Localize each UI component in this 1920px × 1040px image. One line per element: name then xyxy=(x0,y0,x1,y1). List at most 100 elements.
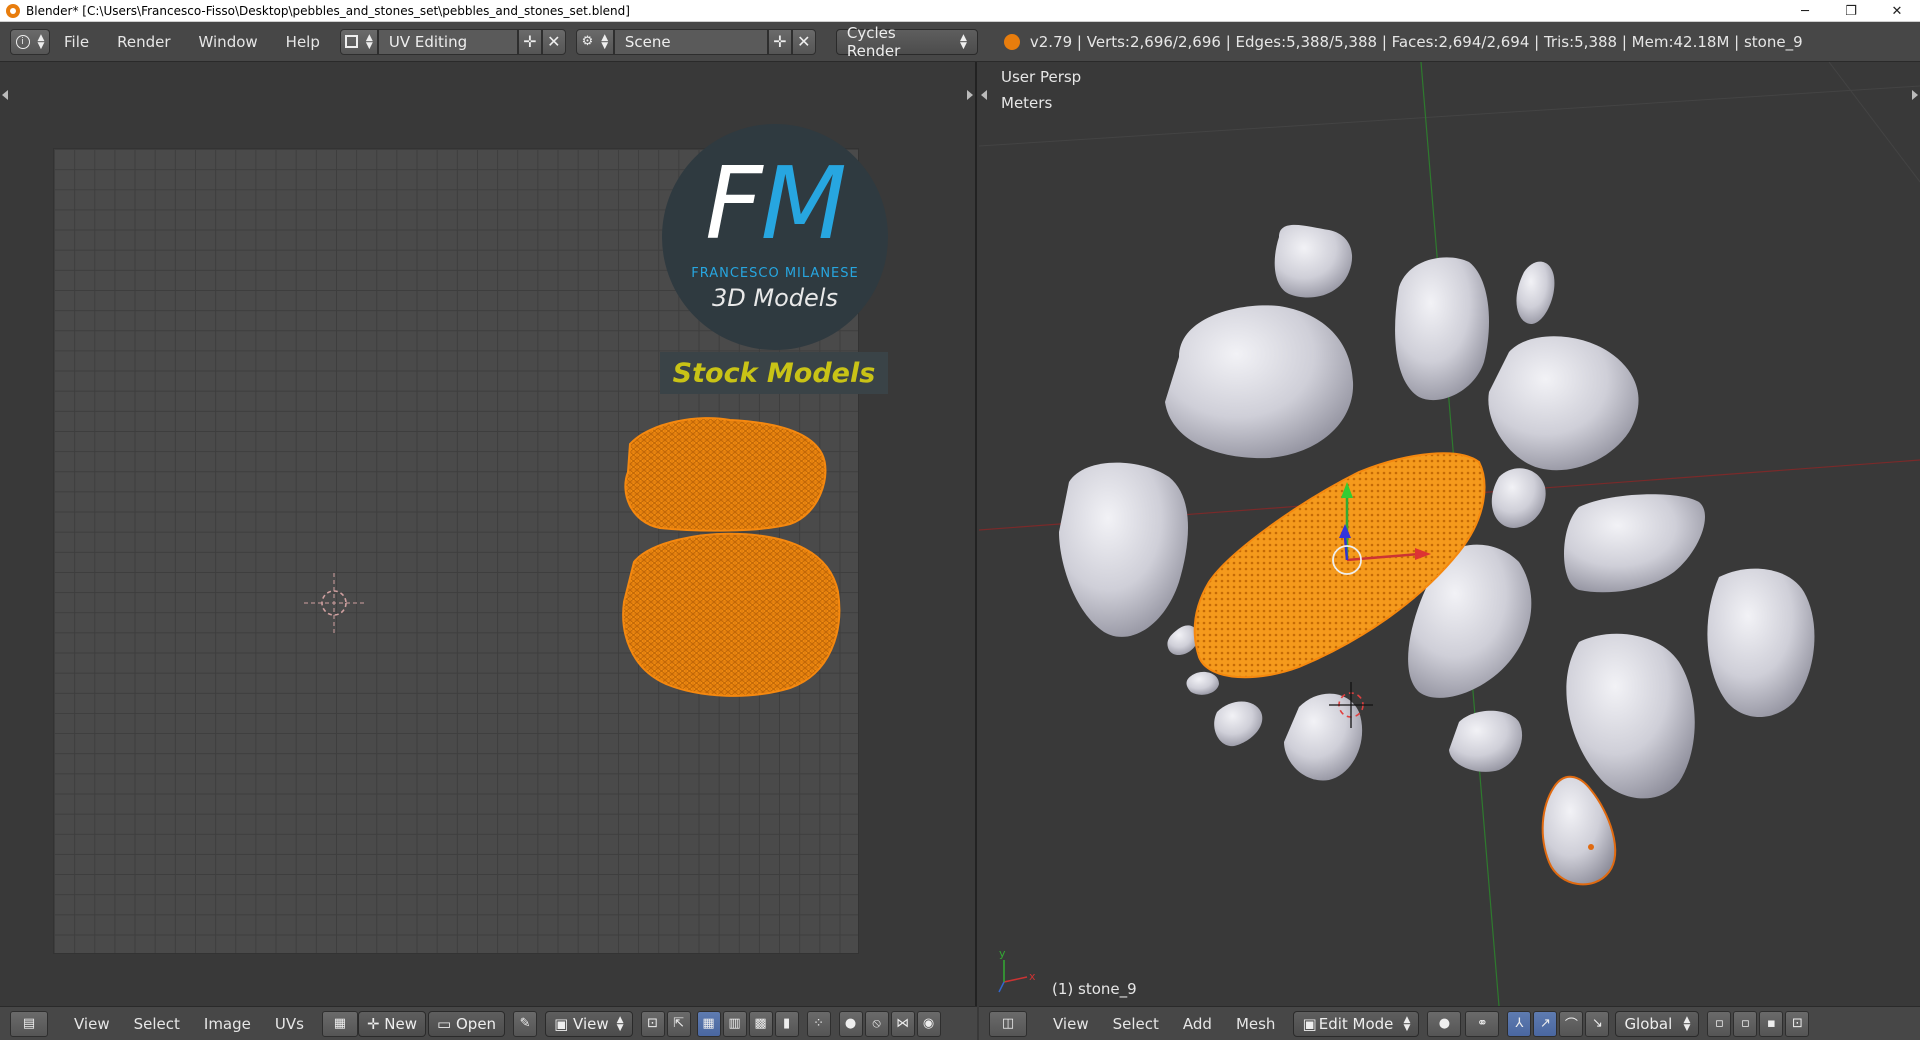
logo-monogram: FM xyxy=(662,154,888,254)
stone-object[interactable] xyxy=(1186,671,1220,695)
stone-object[interactable] xyxy=(1516,261,1555,324)
active-vertex xyxy=(1588,844,1594,850)
stone-object[interactable] xyxy=(1541,775,1617,886)
stone-object[interactable] xyxy=(1395,257,1489,401)
3d-menu-mesh[interactable]: Mesh xyxy=(1224,1015,1288,1033)
face-select-icon[interactable]: ▩ xyxy=(748,1010,773,1037)
pivot-icon[interactable]: ⊡ xyxy=(640,1010,665,1037)
minimize-button[interactable]: ─ xyxy=(1782,0,1828,22)
sticky-select-icon[interactable]: ⁘ xyxy=(806,1010,831,1037)
screen-layout-field[interactable]: UV Editing xyxy=(377,28,518,55)
scene-stats: v2.79 | Verts:2,696/2,696 | Edges:5,388/… xyxy=(1029,32,1803,51)
pin-icon[interactable]: ✎ xyxy=(513,1010,538,1037)
3d-viewport[interactable]: User Persp Meters y x (1) stone_9 xyxy=(979,62,1920,1006)
stone-object[interactable] xyxy=(1274,224,1353,298)
window-title: Blender* [C:\Users\Francesco-Fisso\Deskt… xyxy=(26,3,630,18)
delete-scene-button[interactable]: ✕ xyxy=(791,28,816,55)
transform-orientation-select[interactable]: Global ▲ ▼ xyxy=(1615,1010,1700,1037)
x-icon: ✕ xyxy=(797,32,811,51)
add-scene-button[interactable]: ✛ xyxy=(767,28,792,55)
3d-view-footer: ◫ View Select Add Mesh ▣ Edit Mode ▲ ▼ ● ⚭ … xyxy=(979,1006,1920,1040)
image-browse-button[interactable]: ▦ xyxy=(321,1010,358,1037)
uv-menu-image[interactable]: Image xyxy=(192,1015,263,1033)
layer-icon[interactable]: ▫ xyxy=(1707,1010,1732,1037)
translate-manipulator-icon[interactable]: ↗ xyxy=(1533,1010,1558,1037)
delete-screen-button[interactable]: ✕ xyxy=(541,28,566,55)
scale-manipulator-icon[interactable]: ↘ xyxy=(1585,1010,1610,1037)
snap-icon[interactable]: ⦸ xyxy=(864,1010,889,1037)
open-image-button[interactable]: ▭ Open xyxy=(428,1010,506,1037)
stone-object[interactable] xyxy=(1564,494,1705,593)
logo-tagline: 3D Models xyxy=(712,284,838,312)
open-image-label: Open xyxy=(455,1014,497,1033)
uv-menu-uvs[interactable]: UVs xyxy=(263,1015,316,1033)
proportional-edit-icon[interactable]: ● xyxy=(838,1010,863,1037)
rotate-manipulator-icon[interactable]: ⌒ xyxy=(1559,1010,1584,1037)
editor-type-info-button[interactable]: i ▲ ▼ xyxy=(10,28,50,55)
edit-mode-icon: ▣ xyxy=(1302,1014,1317,1033)
menu-help[interactable]: Help xyxy=(272,22,334,62)
render-engine-label: Cycles Render xyxy=(846,23,901,60)
pivot-point-icon[interactable]: ⚭ xyxy=(1465,1010,1500,1037)
stone-object[interactable] xyxy=(1167,625,1198,656)
editor-type-3d-button[interactable]: ◫ xyxy=(989,1010,1027,1037)
snap-target-icon[interactable]: ⋈ xyxy=(890,1010,915,1037)
2d-cursor-icon[interactable] xyxy=(304,573,364,633)
menu-file[interactable]: File xyxy=(50,22,103,62)
render-icon[interactable]: ◉ xyxy=(916,1010,941,1037)
stone-object[interactable] xyxy=(1165,305,1354,459)
screen-layout-browse-button[interactable]: ▲ ▼ xyxy=(339,28,378,55)
shading-mode-icon[interactable]: ● xyxy=(1427,1010,1462,1037)
layer-icon[interactable]: ▪ xyxy=(1759,1010,1784,1037)
3d-menu-select[interactable]: Select xyxy=(1101,1015,1171,1033)
stone-object[interactable] xyxy=(1491,468,1546,528)
stone-object[interactable] xyxy=(1707,568,1815,717)
restore-button[interactable]: ❐ xyxy=(1828,0,1874,22)
image-editor-icon: ▤ xyxy=(22,1016,36,1031)
layout-grid-icon xyxy=(344,35,358,48)
edge-select-icon[interactable]: ▥ xyxy=(722,1010,747,1037)
manipulator-icon[interactable]: ⅄ xyxy=(1507,1010,1532,1037)
uv-island-bottom[interactable] xyxy=(622,532,841,697)
mode-label: Edit Mode xyxy=(1318,1014,1394,1033)
watermark-banner: Stock Models xyxy=(660,352,888,394)
stone-object[interactable] xyxy=(1059,462,1189,637)
uv-image-editor[interactable]: FM FRANCESCO MILANESE 3D Models Stock Mo… xyxy=(0,62,977,1006)
render-engine-select[interactable]: Cycles Render ▲ ▼ xyxy=(835,24,978,60)
view-mode-select[interactable]: ▣ View ▲ ▼ xyxy=(545,1010,633,1037)
menu-render[interactable]: Render xyxy=(103,22,184,62)
limit-selection-icon[interactable]: ⊡ xyxy=(1785,1010,1810,1037)
x-icon: ✕ xyxy=(547,32,561,51)
window-titlebar: Blender* [C:\Users\Francesco-Fisso\Deskt… xyxy=(0,0,1920,22)
add-screen-button[interactable]: ✛ xyxy=(517,28,542,55)
island-select-icon[interactable]: ▮ xyxy=(774,1010,799,1037)
3d-menu-add[interactable]: Add xyxy=(1171,1015,1224,1033)
new-image-button[interactable]: ✛ New xyxy=(357,1010,427,1037)
mode-select[interactable]: ▣ Edit Mode ▲ ▼ xyxy=(1293,1010,1420,1037)
stone-object[interactable] xyxy=(1214,701,1263,747)
logo-letter-m: M xyxy=(760,145,847,262)
uv-island-top[interactable] xyxy=(624,417,827,532)
window-controls: ─ ❐ ✕ xyxy=(1782,0,1920,22)
scene-field[interactable]: Scene xyxy=(613,28,768,55)
uv-menu-select[interactable]: Select xyxy=(122,1015,192,1033)
blender-logo-icon xyxy=(6,3,20,18)
editor-type-uv-button[interactable]: ▤ xyxy=(10,1010,48,1037)
viewport-scene: y x xyxy=(979,62,1920,1006)
sync-selection-icon[interactable]: ⇱ xyxy=(666,1010,691,1037)
vertex-select-icon[interactable]: ▦ xyxy=(696,1010,721,1037)
uv-menu-view[interactable]: View xyxy=(62,1015,122,1033)
layer-icon[interactable]: ▫ xyxy=(1733,1010,1758,1037)
watermark-logo: FM FRANCESCO MILANESE 3D Models xyxy=(662,124,888,350)
orientation-label: Global xyxy=(1624,1014,1673,1033)
menu-window[interactable]: Window xyxy=(185,22,272,62)
close-button[interactable]: ✕ xyxy=(1874,0,1920,22)
scene-browse-button[interactable]: ⚙ ▲ ▼ xyxy=(575,28,614,55)
logo-name: FRANCESCO MILANESE xyxy=(691,266,859,281)
3d-menu-view[interactable]: View xyxy=(1041,1015,1101,1033)
stone-object[interactable] xyxy=(1488,336,1639,471)
new-image-label: New xyxy=(384,1014,418,1033)
stone-object[interactable] xyxy=(1566,633,1695,799)
viewport-grid-line xyxy=(1828,62,1920,183)
stone-object[interactable] xyxy=(1449,710,1523,772)
